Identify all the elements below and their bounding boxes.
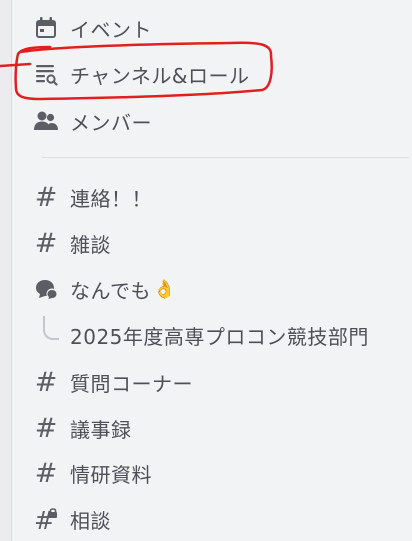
sidebar-item-label: イベント <box>70 17 152 42</box>
channel-item[interactable]: # 質問コーナー <box>31 364 401 400</box>
sidebar-item-events[interactable]: イベント <box>31 10 401 46</box>
channel-item[interactable]: # 情研資料 <box>31 455 401 491</box>
hash-lock-icon: # <box>31 504 61 534</box>
ok-hand-emoji: 👌 <box>153 278 176 300</box>
members-icon <box>31 106 61 136</box>
left-edge-strip <box>0 0 11 541</box>
hash-icon: # <box>34 227 58 259</box>
channel-name: 議事録 <box>70 417 132 442</box>
sidebar-item-label: メンバー <box>70 110 152 135</box>
channel-browse-icon <box>31 59 61 89</box>
channel-name: 質問コーナー <box>70 371 193 396</box>
thread-item[interactable]: 2025年度高専プロコン競技部門 <box>31 317 401 353</box>
channel-name: 相談 <box>70 508 111 533</box>
sidebar-item-members[interactable]: メンバー <box>31 103 401 139</box>
channel-item[interactable]: # 相談 <box>31 501 401 537</box>
channel-sidebar: イベント チャンネル&ロール メンバー # 連絡！！ # 雑談 なんでも 👌 2… <box>11 0 412 541</box>
channel-name: 雑談 <box>70 232 111 257</box>
sidebar-divider <box>42 157 409 158</box>
hash-icon: # <box>34 457 58 489</box>
channel-name: 連絡！！ <box>70 186 152 211</box>
thread-name: 2025年度高専プロコン競技部門 <box>70 324 369 349</box>
forum-icon <box>31 274 61 304</box>
channel-name: 情研資料 <box>70 462 152 487</box>
channel-item[interactable]: なんでも 👌 <box>31 271 401 307</box>
channel-item[interactable]: # 連絡！！ <box>31 179 401 215</box>
calendar-icon <box>31 13 61 43</box>
hash-icon: # <box>34 412 58 444</box>
hash-icon: # <box>34 366 58 398</box>
sidebar-item-channels-roles[interactable]: チャンネル&ロール <box>31 56 401 92</box>
channel-item[interactable]: # 雑談 <box>31 225 401 261</box>
sidebar-item-label: チャンネル&ロール <box>70 63 250 88</box>
channel-name: なんでも <box>70 278 151 303</box>
thread-spacer <box>31 320 61 350</box>
hash-icon: # <box>34 181 58 213</box>
channel-item[interactable]: # 議事録 <box>31 410 401 446</box>
